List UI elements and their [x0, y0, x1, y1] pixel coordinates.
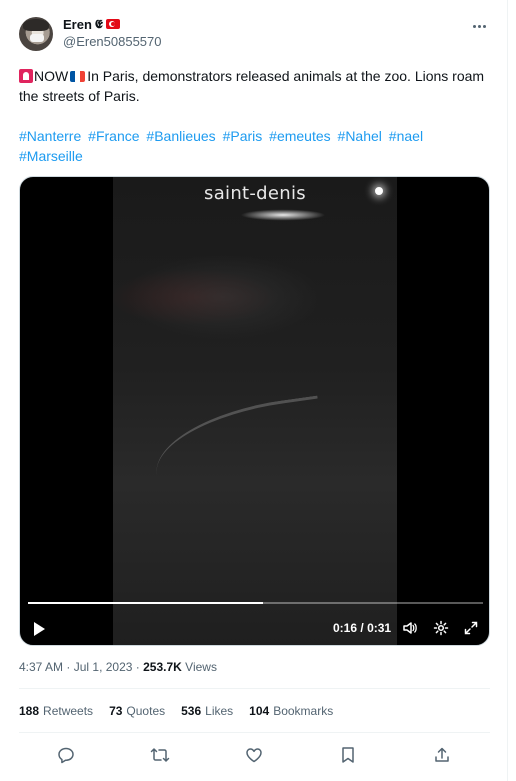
tweet-date[interactable]: Jul 1, 2023: [74, 660, 133, 674]
stat-quotes[interactable]: 73 Quotes: [109, 704, 165, 718]
author-display-name[interactable]: Eren: [63, 17, 92, 32]
now-label: NOW: [34, 68, 69, 84]
video-overlay-caption: saint-denis: [204, 183, 306, 204]
meta-dot: ·: [66, 660, 71, 674]
retweet-icon[interactable]: [147, 742, 173, 768]
video-road-marking: [148, 395, 328, 489]
video-frame: [113, 177, 397, 645]
engagement-stats: 188 Retweets 73 Quotes 536 Likes 104 Bookmar…: [19, 704, 333, 718]
hashtag-link[interactable]: #emeutes: [269, 128, 330, 144]
video-duration: 0:31: [367, 621, 392, 635]
action-bar: [19, 742, 490, 768]
hashtag-link[interactable]: #Paris: [223, 128, 263, 144]
tweet: Eren 𝕰 @Eren50855570 NOW In Paris, demons…: [0, 0, 508, 781]
video-time: 0:16 / 0:31: [333, 621, 391, 635]
tweet-time[interactable]: 4:37 AM: [19, 660, 63, 674]
video-player[interactable]: saint-denis 0:16 / 0:31: [19, 176, 490, 646]
more-options-icon[interactable]: [469, 18, 489, 34]
hashtag-link[interactable]: #France: [88, 128, 139, 144]
stat-label: Quotes: [126, 704, 166, 718]
avatar-mask: [30, 34, 44, 42]
author-handle[interactable]: @Eren50855570: [63, 34, 162, 49]
meta-dot: ·: [135, 660, 140, 674]
stat-label: Bookmarks: [273, 704, 334, 718]
tweet-body: In Paris, demonstrators released animals…: [19, 68, 485, 104]
stat-bookmarks[interactable]: 104 Bookmarks: [249, 704, 333, 718]
video-progress-bar[interactable]: [28, 602, 483, 604]
volume-icon[interactable]: [401, 619, 419, 637]
video-current-time: 0:16: [333, 621, 358, 635]
tweet-text: NOW In Paris, demonstrators released anim…: [19, 66, 489, 106]
fullscreen-icon[interactable]: [462, 619, 480, 637]
stat-count: 73: [109, 704, 123, 718]
stat-count: 104: [249, 704, 270, 718]
avatar[interactable]: [19, 17, 53, 51]
share-icon[interactable]: [429, 742, 455, 768]
dot: [477, 24, 481, 28]
stat-count: 536: [181, 704, 202, 718]
video-time-separator: /: [360, 621, 364, 635]
eagle-badge-icon: 𝕰: [94, 17, 103, 31]
views-label: Views: [185, 660, 217, 674]
dot: [482, 24, 486, 28]
video-progress-fill: [28, 602, 263, 604]
video-controls: 0:16 / 0:31: [20, 615, 489, 643]
author-name-row: Eren 𝕰: [63, 16, 120, 32]
views-count: 253.7K: [143, 660, 182, 674]
stat-likes[interactable]: 536 Likes: [181, 704, 233, 718]
turkey-flag-icon: [105, 19, 120, 29]
stat-count: 188: [19, 704, 40, 718]
hashtag-link[interactable]: #Banlieues: [146, 128, 215, 144]
dot: [472, 24, 476, 28]
hashtag-link[interactable]: #Nanterre: [19, 128, 81, 144]
hashtag-link[interactable]: #nael: [389, 128, 423, 144]
like-icon[interactable]: [241, 742, 267, 768]
tweet-meta: 4:37 AM · Jul 1, 2023 · 253.7K Views: [19, 660, 217, 674]
stat-label: Retweets: [43, 704, 94, 718]
police-light-icon: [19, 69, 33, 83]
france-flag-icon: [70, 71, 86, 82]
avatar-hair: [23, 19, 49, 31]
reply-icon[interactable]: [53, 742, 79, 768]
settings-gear-icon[interactable]: [432, 619, 450, 637]
hashtag-link[interactable]: #Nahel: [338, 128, 382, 144]
stat-label: Likes: [205, 704, 234, 718]
hashtag-link[interactable]: #Marseille: [19, 148, 83, 164]
play-icon[interactable]: [34, 622, 45, 636]
divider: [19, 688, 490, 689]
hashtag-list: #Nanterre #France #Banlieues #Paris #eme…: [19, 126, 489, 166]
bookmark-icon[interactable]: [335, 742, 361, 768]
stat-retweets[interactable]: 188 Retweets: [19, 704, 93, 718]
divider: [19, 732, 490, 733]
